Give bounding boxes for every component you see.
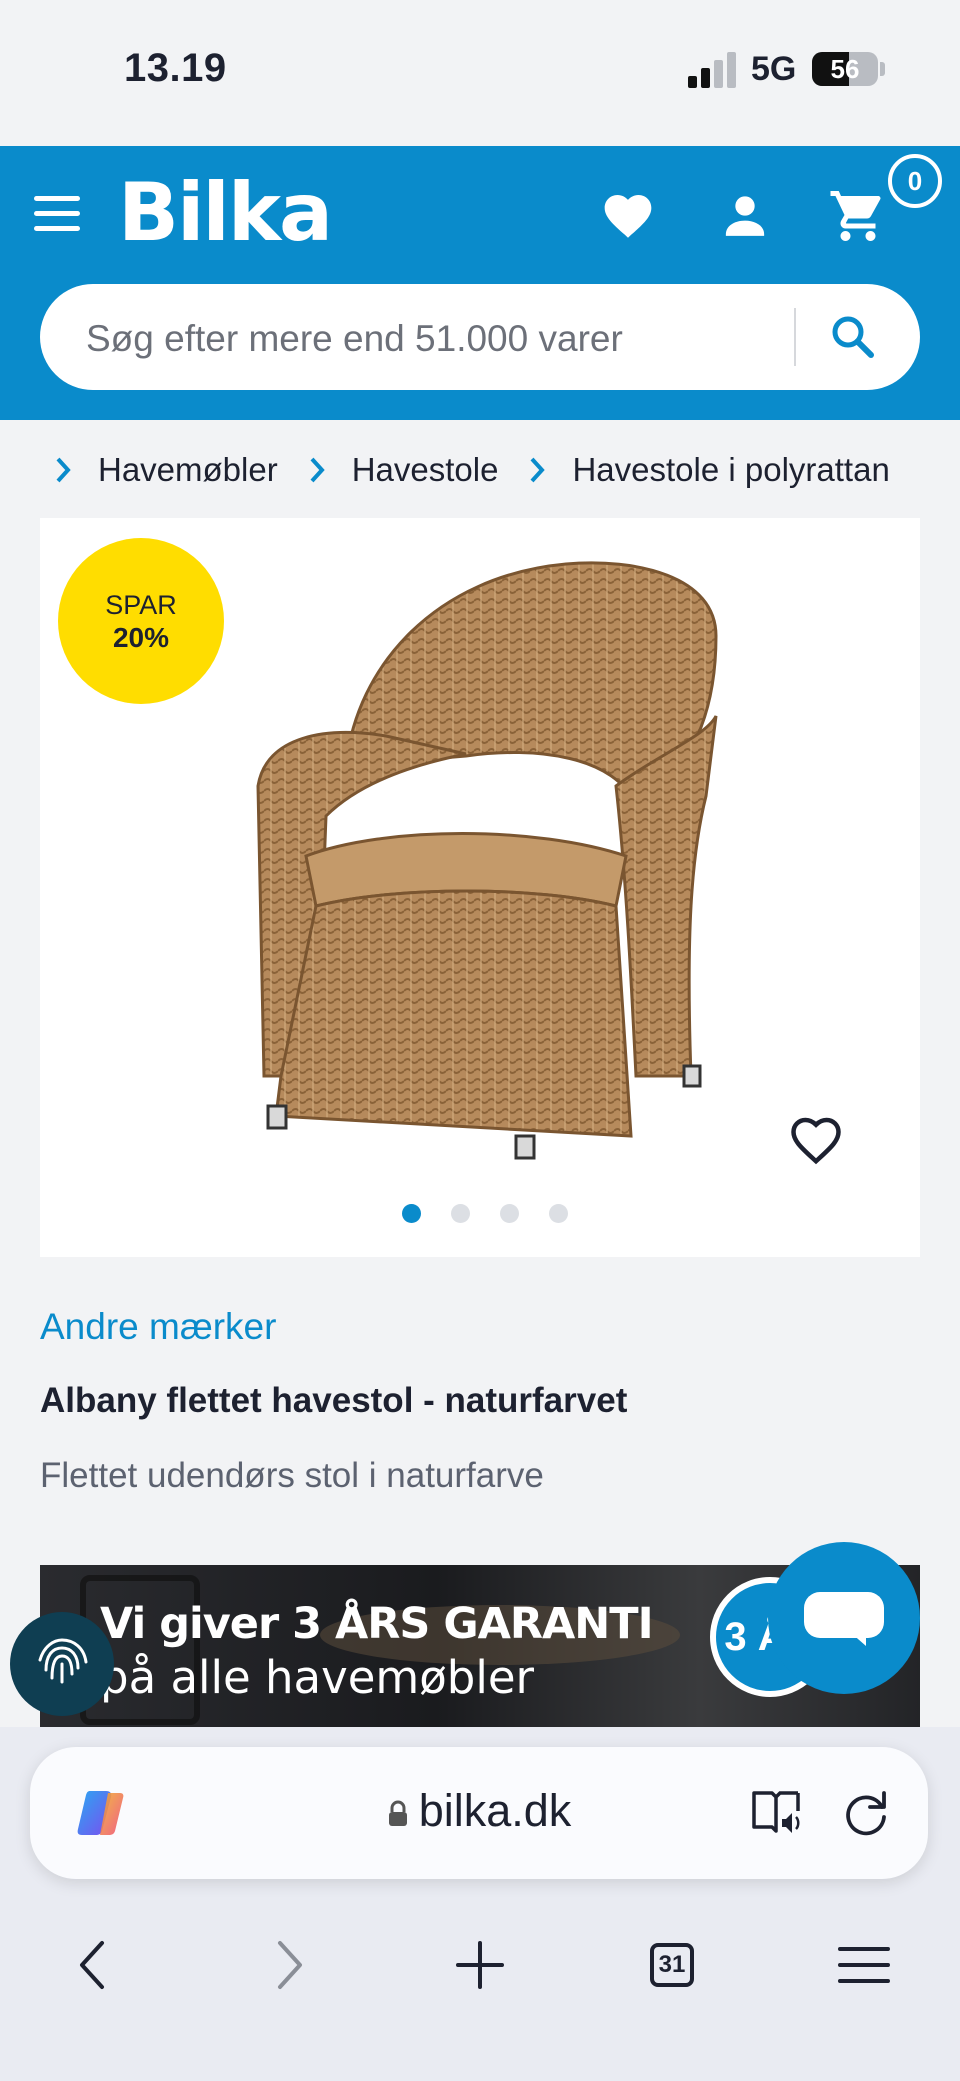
address-bar[interactable]: bilka.dk [30,1747,928,1879]
carousel-dot[interactable] [500,1204,519,1223]
forward-icon[interactable] [252,1929,324,2001]
bilka-logo[interactable]: Bilka [118,166,333,259]
discount-badge: SPAR 20% [58,538,224,704]
breadcrumb-label: Havemøbler [98,451,278,488]
user-icon[interactable] [718,188,772,242]
new-tab-icon[interactable] [444,1929,516,2001]
fingerprint-button[interactable] [10,1612,114,1716]
search-icon[interactable] [816,300,890,374]
browser-toolbar: bilka.dk 31 [0,1727,960,2081]
carousel-dot[interactable] [402,1204,421,1223]
network-type: 5G [751,50,797,88]
battery-tip [880,62,885,76]
product-subtitle: Flettet udendørs stol i naturfarve [40,1456,544,1495]
fingerprint-icon [38,1638,88,1684]
brand-link[interactable]: Andre mærker [40,1306,276,1348]
chat-button[interactable] [768,1542,920,1694]
product-title: Albany flettet havestol - naturfarvet [40,1381,628,1420]
menu-icon[interactable] [34,196,82,232]
search-input[interactable]: Søg efter mere end 51.000 varer [40,284,920,390]
status-time: 13.19 [124,46,227,90]
cart-icon[interactable] [828,186,888,246]
carousel-dot[interactable] [549,1204,568,1223]
breadcrumb: Havemøbler Havestole Havestole i polyrat… [54,446,920,494]
battery-level: 56 [830,54,860,84]
chevron-right-icon [56,457,71,483]
chevron-right-icon [310,457,325,483]
discount-badge-label: SPAR [105,590,177,620]
tabs-count: 31 [650,1943,694,1987]
chat-icon-tail [850,1632,866,1646]
breadcrumb-label: Havestole [351,451,499,488]
carousel-dot[interactable] [451,1204,470,1223]
breadcrumb-label: Havestole i polyrattan [572,451,890,488]
search-divider [794,308,796,366]
reader-mode-icon[interactable] [750,1785,804,1839]
wishlist-heart-icon[interactable] [786,1110,846,1170]
signal-icon [688,52,738,88]
site-header: Bilka 0 Søg efter mere end 51.000 varer [0,146,960,420]
url-label: bilka.dk [418,1785,572,1836]
product-image-gallery[interactable]: SPAR 20% [40,518,920,1257]
back-icon[interactable] [58,1929,130,2001]
product-image[interactable] [236,556,776,1162]
discount-badge-value: 20% [112,622,170,653]
promo-headline: Vi giver 3 ÅRS GARANTI [100,1599,654,1649]
chat-icon [804,1592,884,1638]
promo-subline: på alle havemøbler [100,1651,535,1704]
chevron-right-icon [530,457,546,483]
search-placeholder: Søg efter mere end 51.000 varer [86,318,623,359]
breadcrumb-item-havestole[interactable]: Havestole [308,451,529,489]
status-bar: 13.19 5G 56 [0,0,960,146]
heart-icon[interactable] [600,188,656,244]
browser-menu-icon[interactable] [828,1929,900,2001]
cart-count-badge[interactable]: 0 [888,154,942,208]
breadcrumb-item-havestole-polyrattan[interactable]: Havestole i polyrattan [528,451,919,489]
carousel-dots [402,1204,568,1223]
tabs-icon[interactable]: 31 [636,1929,708,2001]
browser-nav-row: 31 [0,1911,960,2021]
battery-icon: 56 [812,52,878,86]
reload-icon[interactable] [838,1785,894,1841]
breadcrumb-item-havemobler[interactable]: Havemøbler [54,451,308,489]
lock-icon [388,1800,407,1827]
